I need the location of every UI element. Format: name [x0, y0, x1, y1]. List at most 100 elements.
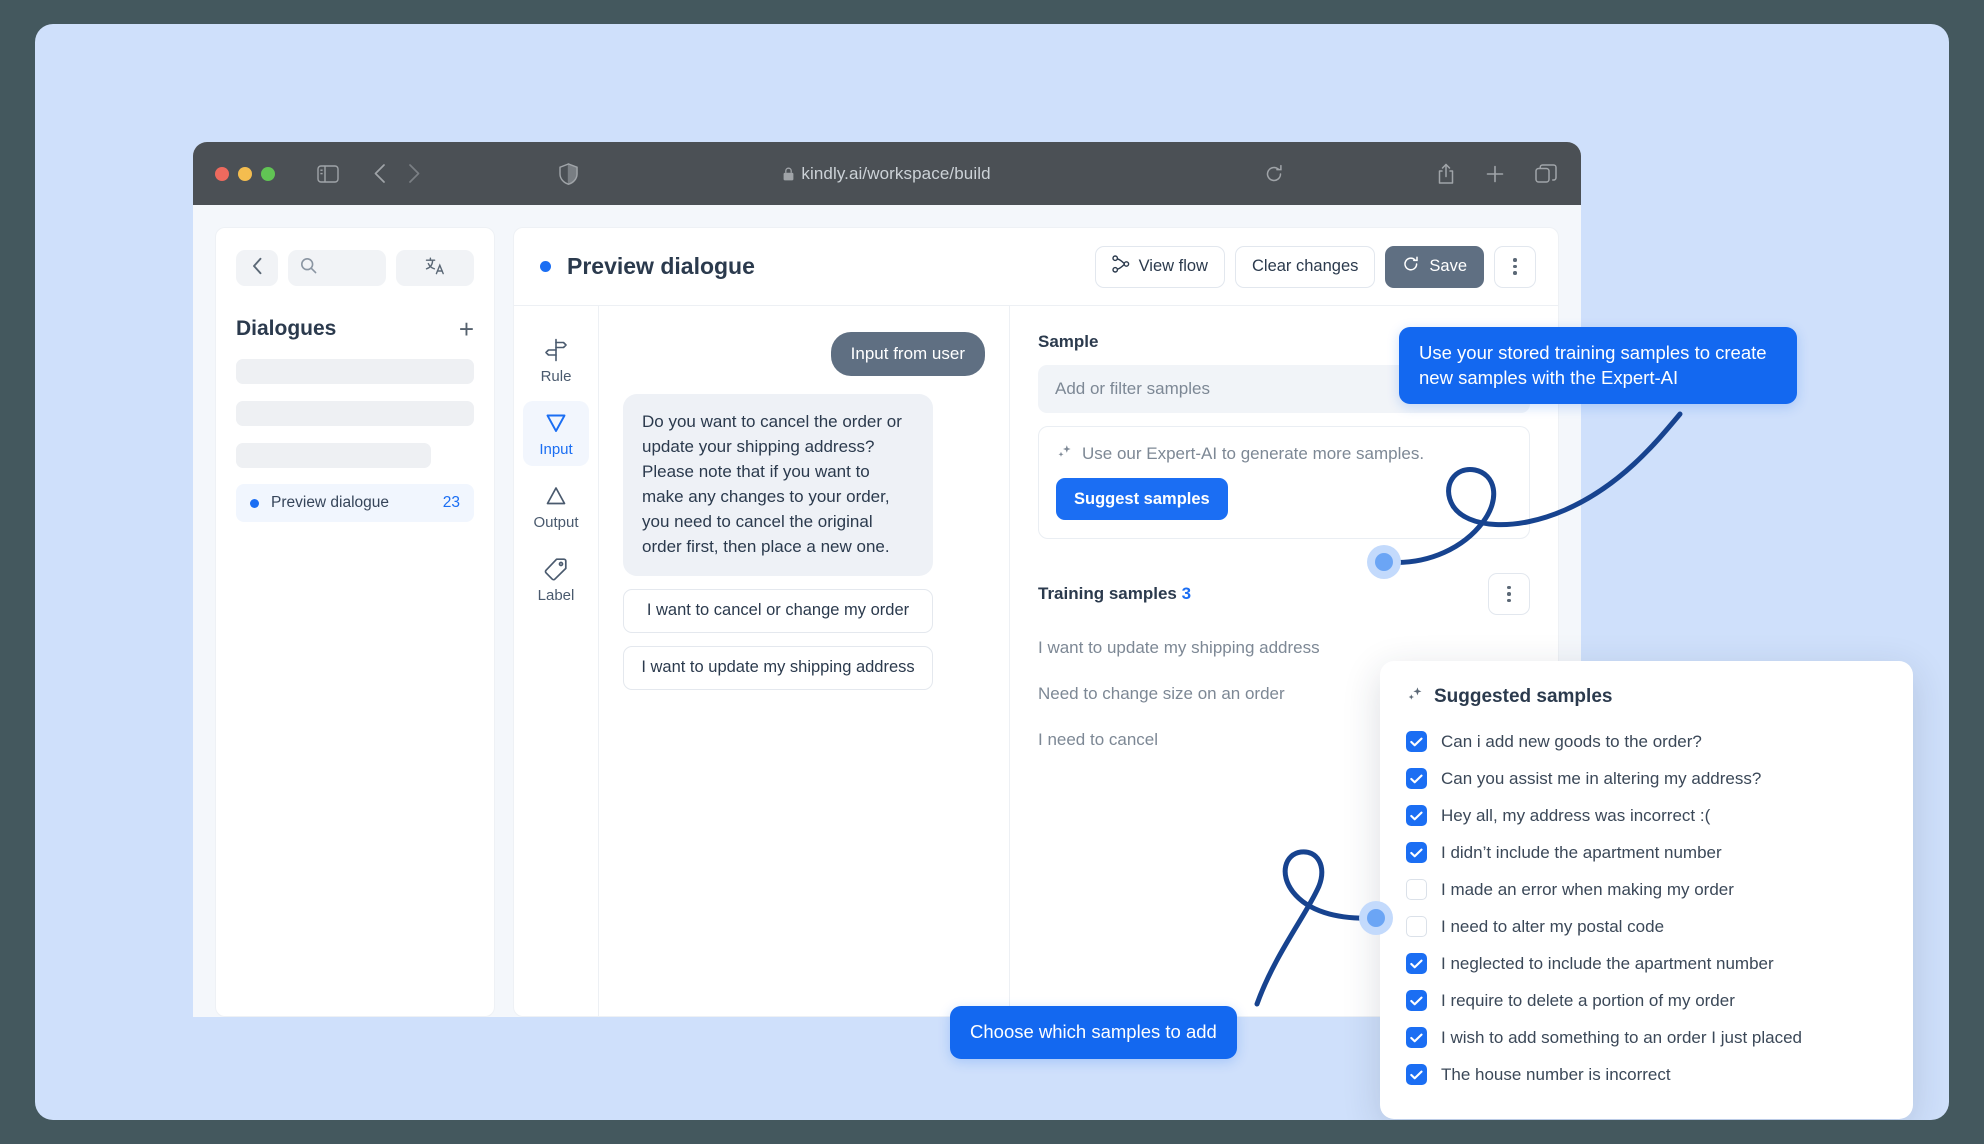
tab-input-label: Input — [539, 441, 573, 458]
suggested-sample-label: I need to alter my postal code — [1441, 916, 1665, 936]
sidebar-item-preview-dialogue[interactable]: Preview dialogue 23 — [236, 484, 474, 522]
window-controls[interactable] — [215, 166, 275, 181]
sparkle-icon — [1056, 443, 1073, 465]
chrome-right-actions[interactable] — [1437, 163, 1557, 185]
suggested-sample-checkbox[interactable] — [1406, 805, 1427, 826]
plus-icon[interactable] — [1485, 164, 1505, 184]
suggested-sample-checkbox[interactable] — [1406, 768, 1427, 789]
page-card: kindly.ai/workspace/build Dialogues + Pr… — [35, 24, 1949, 1120]
tab-input[interactable]: Input — [523, 401, 589, 466]
shield-icon[interactable] — [559, 162, 578, 185]
tab-output[interactable]: Output — [523, 474, 589, 539]
screen: kindly.ai/workspace/build Dialogues + Pr… — [0, 0, 1984, 1144]
suggested-sample-label: Can you assist me in altering my address… — [1441, 768, 1762, 788]
annotation-anchor-choose — [1359, 901, 1393, 935]
sidebar-toggle-icon[interactable] — [317, 164, 339, 183]
clear-changes-button[interactable]: Clear changes — [1234, 245, 1376, 288]
sparkle-icon — [1406, 685, 1424, 709]
lock-icon — [783, 167, 794, 181]
search-icon — [300, 257, 317, 279]
translate-icon — [425, 257, 445, 279]
view-flow-label: View flow — [1138, 257, 1208, 275]
more-options-icon — [1507, 585, 1511, 603]
header-more-button[interactable] — [1494, 245, 1536, 288]
suggested-sample-label: Can i add new goods to the order? — [1441, 731, 1702, 751]
sidebar-item-count: 23 — [442, 494, 460, 511]
dialogue-preview: Input from user Do you want to cancel th… — [598, 306, 1010, 1016]
training-samples-header: Training samples 3 — [1038, 573, 1530, 615]
search-input[interactable] — [288, 250, 386, 286]
suggested-sample-label: I neglected to include the apartment num… — [1441, 953, 1774, 973]
tab-overview-icon[interactable] — [1535, 163, 1557, 184]
forward-arrow-icon[interactable] — [408, 163, 421, 184]
tab-rule-label: Rule — [540, 368, 572, 385]
suggested-samples-panel: Suggested samples Can i add new goods to… — [1380, 661, 1913, 1119]
list-item[interactable]: I need to alter my postal code — [1406, 908, 1887, 945]
list-item[interactable]: The house number is incorrect — [1406, 1056, 1887, 1093]
nav-buttons[interactable] — [373, 163, 421, 184]
flow-icon — [1111, 255, 1130, 278]
expert-ai-box: Use our Expert-AI to generate more sampl… — [1038, 426, 1530, 539]
back-arrow-icon[interactable] — [373, 163, 386, 184]
url-text: kindly.ai/workspace/build — [801, 163, 991, 183]
tab-output-label: Output — [533, 514, 579, 531]
suggested-sample-label: I didn’t include the apartment number — [1441, 842, 1722, 862]
suggested-sample-checkbox[interactable] — [1406, 1064, 1427, 1085]
skeleton-row — [236, 359, 474, 384]
list-item[interactable]: Can i add new goods to the order? — [1406, 723, 1887, 760]
tab-rule[interactable]: Rule — [523, 328, 589, 393]
app-body: Dialogues + Preview dialogue 23 Preview … — [193, 205, 1581, 1017]
triangle-up-icon — [543, 483, 569, 509]
close-window-button[interactable] — [215, 166, 229, 181]
tab-label[interactable]: Label — [523, 547, 589, 612]
suggested-sample-checkbox[interactable] — [1406, 916, 1427, 937]
list-item[interactable]: I wish to add something to an order I ju… — [1406, 1019, 1887, 1056]
sidebar-item-label: Preview dialogue — [271, 494, 390, 511]
browser-window: kindly.ai/workspace/build Dialogues + Pr… — [193, 142, 1581, 1017]
header-actions: View flow Clear changes Save — [1094, 245, 1536, 288]
skeleton-row — [236, 401, 474, 426]
list-item[interactable]: I made an error when making my order — [1406, 871, 1887, 908]
quick-reply-button[interactable]: I want to update my shipping address — [623, 645, 933, 690]
suggested-sample-checkbox[interactable] — [1406, 842, 1427, 863]
triangle-down-icon — [543, 410, 569, 436]
suggest-samples-button[interactable]: Suggest samples — [1056, 478, 1228, 520]
view-flow-button[interactable]: View flow — [1094, 245, 1225, 288]
callout-choose-samples: Choose which samples to add — [950, 1006, 1237, 1059]
tab-label-label: Label — [537, 587, 575, 604]
maximize-window-button[interactable] — [261, 166, 275, 181]
suggested-sample-label: The house number is incorrect — [1441, 1064, 1671, 1084]
suggested-sample-checkbox[interactable] — [1406, 953, 1427, 974]
training-samples-count: 3 — [1181, 584, 1192, 603]
list-item[interactable]: Hey all, my address was incorrect :( — [1406, 797, 1887, 834]
bot-message-bubble: Do you want to cancel the order or updat… — [623, 394, 933, 576]
add-dialogue-button[interactable]: + — [459, 316, 474, 342]
status-dot-icon — [250, 498, 259, 508]
suggested-sample-checkbox[interactable] — [1406, 879, 1427, 900]
list-item[interactable]: I neglected to include the apartment num… — [1406, 945, 1887, 982]
suggested-sample-checkbox[interactable] — [1406, 990, 1427, 1011]
save-button[interactable]: Save — [1385, 245, 1484, 288]
browser-chrome: kindly.ai/workspace/build — [193, 142, 1581, 205]
dialogues-header: Dialogues + — [236, 316, 474, 342]
training-samples-more-button[interactable] — [1488, 573, 1530, 615]
suggested-samples-label: Suggested samples — [1434, 686, 1613, 707]
list-item[interactable]: I require to delete a portion of my orde… — [1406, 982, 1887, 1019]
collapse-sidebar-button[interactable] — [236, 250, 278, 286]
reload-icon[interactable] — [1264, 164, 1284, 184]
list-item[interactable]: Can you assist me in altering my address… — [1406, 760, 1887, 797]
suggested-sample-label: Hey all, my address was incorrect :( — [1441, 805, 1711, 825]
share-icon[interactable] — [1437, 163, 1455, 185]
language-button[interactable] — [396, 250, 474, 286]
minimize-window-button[interactable] — [238, 166, 252, 181]
annotation-anchor-expert — [1367, 545, 1401, 579]
expert-ai-hint: Use our Expert-AI to generate more sampl… — [1056, 443, 1512, 465]
quick-reply-button[interactable]: I want to cancel or change my order — [623, 588, 933, 633]
suggested-sample-checkbox[interactable] — [1406, 731, 1427, 752]
suggested-sample-checkbox[interactable] — [1406, 1027, 1427, 1048]
main-title: Preview dialogue — [567, 253, 755, 279]
list-item[interactable]: I didn’t include the apartment number — [1406, 834, 1887, 871]
suggested-sample-label: I made an error when making my order — [1441, 879, 1734, 899]
dialogues-toolbar — [236, 250, 474, 286]
status-dot-icon — [540, 261, 551, 272]
